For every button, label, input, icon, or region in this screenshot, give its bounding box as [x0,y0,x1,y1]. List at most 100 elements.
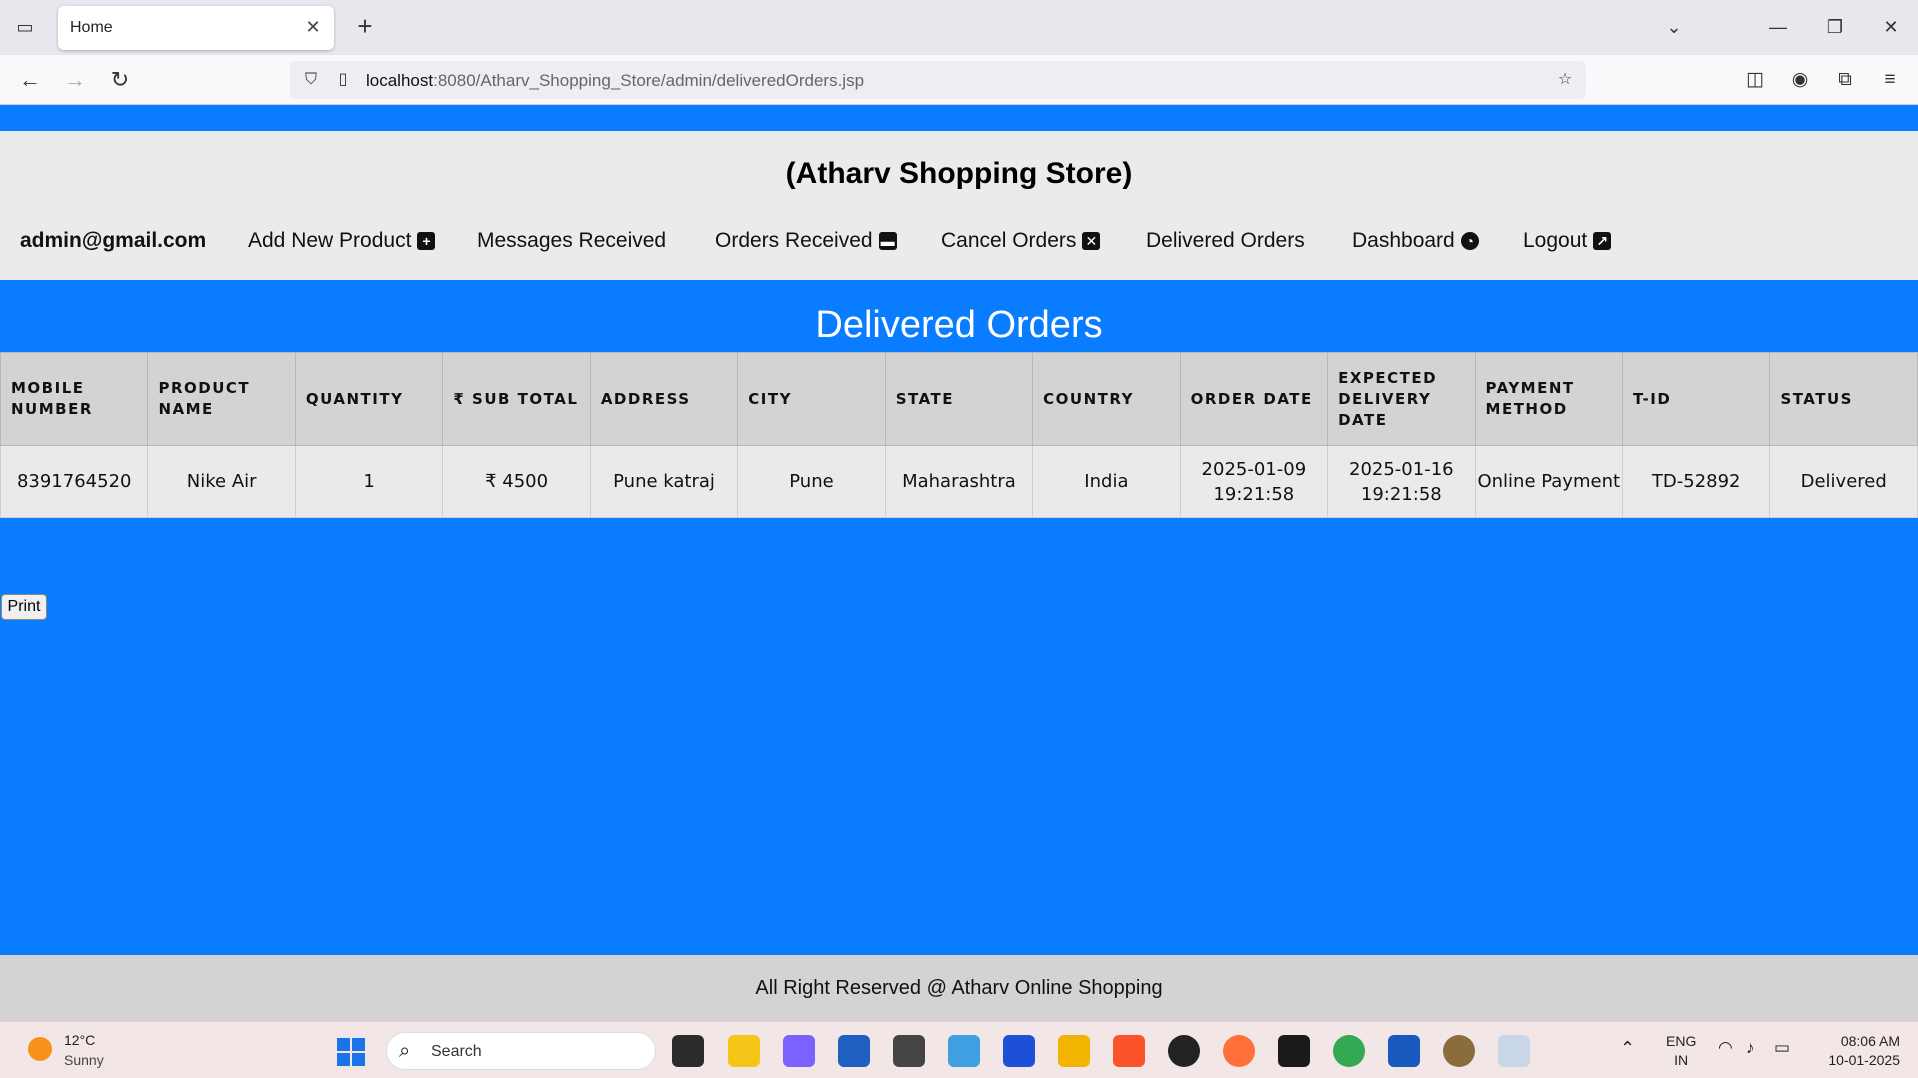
page-icon[interactable]: ▯ [332,69,354,91]
table-cell: Maharashtra [884,445,1034,518]
browser-tab-bar: ▭ Home ✕ + ⌄ — ❐ ✕ [0,0,1918,55]
url-bar[interactable]: ⛉ ▯ localhost:8080/Atharv_Shopping_Store… [290,61,1586,99]
brave-icon[interactable] [1113,1035,1145,1067]
print-button[interactable]: Print [1,594,47,620]
menu-dashboard[interactable]: Dashboard ◔ [1352,229,1479,253]
top-strip [0,106,1918,131]
table-cell: India [1032,445,1181,518]
menu-label: Dashboard [1352,229,1455,252]
browser-nav-bar: ← → ↻ ⛉ ▯ localhost:8080/Atharv_Shopping… [0,55,1918,105]
table-cell: Nike Air [147,445,296,518]
column-header: EXPECTED DELIVERY DATE [1327,352,1476,446]
x-square-icon: ✕ [1082,232,1101,250]
menu-label: Logout [1523,229,1588,252]
word-icon[interactable] [1388,1035,1420,1067]
wifi-icon[interactable]: ◠ [1718,1038,1733,1058]
url-path: :8080/Atharv_Shopping_Store/admin/delive… [433,71,865,90]
table-cell: 8391764520 [0,445,149,518]
column-header: ORDER DATE [1179,352,1329,446]
file-explorer-icon[interactable] [1058,1035,1090,1067]
delivered-orders-table: MOBILE NUMBER PRODUCT NAME QUANTITY ₹ SU… [0,352,1918,518]
site-brand: (Atharv Shopping Store) [785,157,1133,190]
tab-dropdown-icon[interactable]: ⌄ [1657,12,1691,42]
restore-icon[interactable]: ❐ [1818,12,1852,42]
chevron-up-icon[interactable]: ⌃ [1620,1038,1635,1059]
chrome-icon[interactable] [1333,1035,1365,1067]
table-cell: TD-52892 [1621,445,1771,518]
bookmark-star-icon[interactable]: ☆ [1554,69,1576,91]
table-cell: Delivered [1769,445,1918,518]
menu-logout[interactable]: Logout ↗ [1523,229,1612,253]
menu-orders-received[interactable]: Orders Received ▬ [715,229,897,253]
clock-time: 08:06 AM [1840,1033,1900,1049]
editor-icon[interactable] [1003,1035,1035,1067]
battery-icon[interactable]: ▭ [1774,1038,1790,1058]
table-cell: Pune katraj [589,445,739,518]
close-window-icon[interactable]: ✕ [1874,12,1908,42]
search-label: Search [431,1043,482,1060]
table-cell: 2025-01-16 19:21:58 [1327,445,1476,518]
reload-icon[interactable]: ↻ [105,65,135,95]
tab-list-icon[interactable]: ▭ [12,14,38,40]
lang-line: IN [1674,1052,1689,1068]
column-header: ADDRESS [589,352,739,446]
close-tab-icon[interactable]: ✕ [302,16,324,38]
back-icon[interactable]: ← [15,65,45,95]
taskbar: 12°C Sunny ⌕ Search ⌃ ENG IN ◠ ♪ ▭ 08:06 … [0,1021,1918,1078]
menu-label: Orders Received [715,229,873,252]
weather-temperature[interactable]: 12°C [64,1032,95,1048]
menu-add-new-product[interactable]: Add New Product + [248,229,436,253]
weather-description[interactable]: Sunny [64,1052,104,1068]
account-icon[interactable]: ◉ [1785,65,1815,95]
obs-icon[interactable] [1168,1035,1200,1067]
app-icon-round[interactable] [1443,1035,1475,1067]
external-link-icon: ↗ [1593,232,1612,250]
app-icon-dark[interactable] [1278,1035,1310,1067]
lang-line: ENG [1666,1033,1697,1049]
new-tab-icon[interactable]: + [350,12,380,42]
url-host: localhost [366,71,434,90]
search-icon: ⌕ [399,1040,411,1062]
copilot-icon[interactable] [783,1035,815,1067]
app-icon[interactable] [893,1035,925,1067]
column-header: T-ID [1621,352,1771,446]
pocket-icon[interactable]: ◫ [1740,65,1770,95]
browser-tab[interactable]: Home ✕ [58,6,334,50]
tab-title: Home [70,19,113,36]
remote-desktop-icon[interactable] [948,1035,980,1067]
clock[interactable]: 08:06 AM 10-01-2025 [1812,1032,1900,1070]
column-header: QUANTITY [294,352,444,446]
menu-icon[interactable]: ≡ [1875,65,1905,95]
menu-delivered-orders[interactable]: Delivered Orders [1146,229,1305,253]
store-icon[interactable] [838,1035,870,1067]
menu-label: Messages Received [477,229,667,252]
firefox-icon[interactable] [1223,1035,1255,1067]
menu-messages-received[interactable]: Messages Received [477,229,666,253]
url-text[interactable]: localhost:8080/Atharv_Shopping_Store/adm… [366,71,864,91]
table-cell: Pune [737,445,886,518]
column-header: COUNTRY [1032,352,1181,446]
column-header: MOBILE NUMBER [0,352,149,446]
column-header: ₹ SUB TOTAL [442,352,591,446]
admin-email: admin@gmail.com [20,229,207,252]
column-header: STATUS [1769,352,1918,446]
forward-icon[interactable]: → [60,65,90,95]
widgets-icon[interactable] [728,1035,760,1067]
column-header: STATE [884,352,1034,446]
extensions-icon[interactable]: ⧉ [1830,65,1860,95]
task-view-icon[interactable] [672,1035,704,1067]
snipping-tool-icon[interactable] [1498,1035,1530,1067]
table-header-row: MOBILE NUMBER PRODUCT NAME QUANTITY ₹ SU… [0,352,1918,446]
column-header: PRODUCT NAME [147,352,296,446]
sun-icon[interactable] [28,1037,52,1061]
language-indicator[interactable]: ENG IN [1666,1032,1696,1070]
table-cell: 2025-01-09 19:21:58 [1179,445,1329,518]
menu-cancel-orders[interactable]: Cancel Orders ✕ [941,229,1101,253]
volume-icon[interactable]: ♪ [1746,1038,1755,1058]
windows-start-icon[interactable] [337,1038,365,1066]
taskbar-search[interactable]: ⌕ Search [386,1032,656,1070]
minimize-icon[interactable]: — [1761,12,1795,42]
column-header: PAYMENT METHOD [1474,352,1623,446]
archive-icon: ▬ [878,232,897,250]
shield-icon[interactable]: ⛉ [300,69,322,91]
